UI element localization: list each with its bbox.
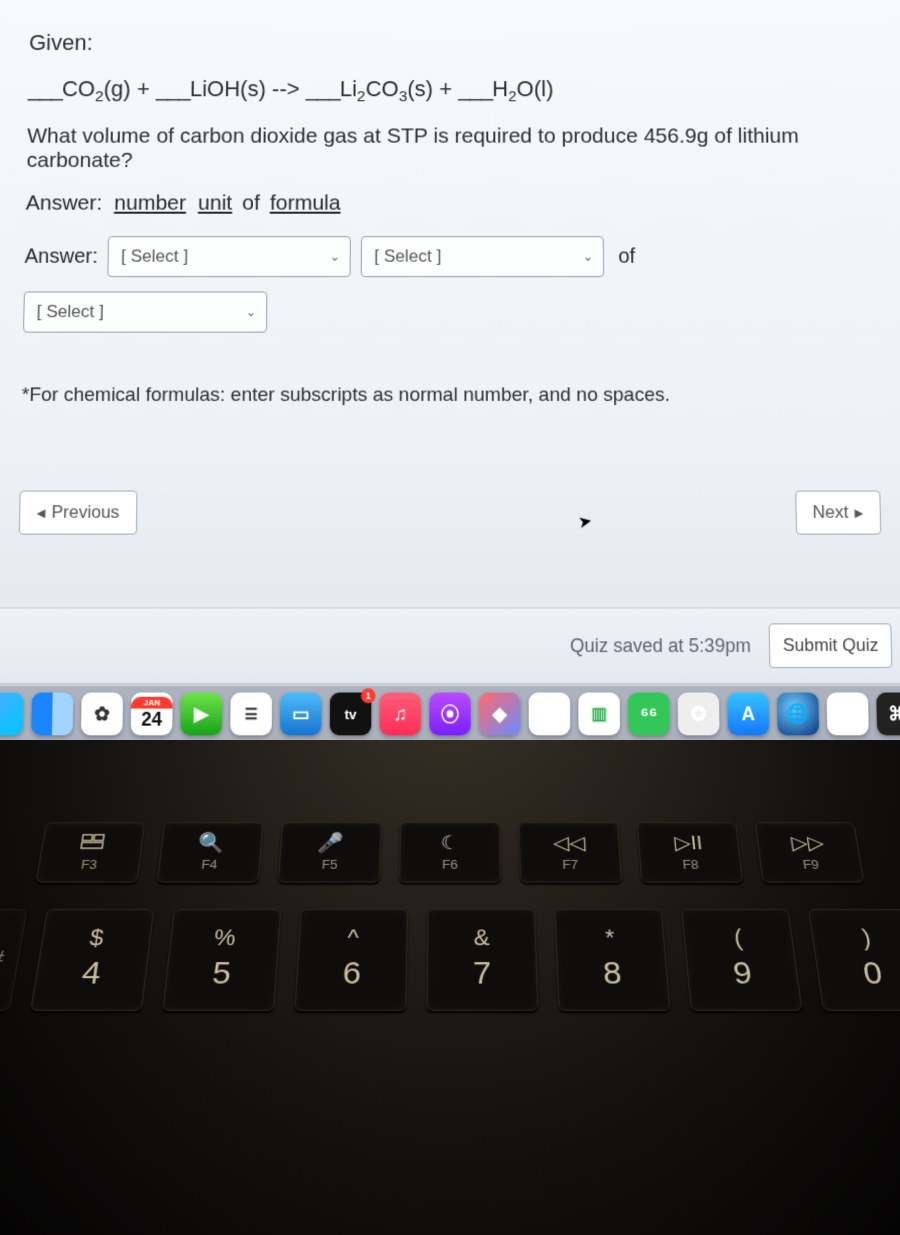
dock-shortcuts-icon[interactable]: ◆ <box>479 693 521 736</box>
dock-terminal-icon[interactable]: ⌘ <box>876 693 900 736</box>
key-f5[interactable]: 🎤 F5 <box>278 822 382 882</box>
answer-format-hint: Answer: number unit of formula <box>25 192 874 216</box>
dock-numbers-icon[interactable]: ▥ <box>578 693 620 736</box>
answer-unit-select[interactable]: [ Select ] ⌄ <box>361 237 604 278</box>
chemical-equation: ___CO2(g) + ___LiOH(s) --> ___Li2CO3(s) … <box>28 76 872 107</box>
mission-control-icon <box>79 833 105 852</box>
key-9[interactable]: (9 <box>681 909 803 1011</box>
rewind-icon: ◁◁ <box>553 833 586 852</box>
dock-safari-icon[interactable]: ✪ <box>678 693 720 736</box>
dock-photos-icon[interactable]: ✿ <box>81 693 123 736</box>
key-3[interactable]: # <box>0 909 28 1011</box>
quiz-saved-status: Quiz saved at 5:39pm <box>570 634 751 656</box>
next-button[interactable]: Next ▶ <box>795 491 881 535</box>
dock: ✿ JAN 24 ▶ ☰ ▭ tv 1 ♫ ⦿ ◆ 🖼 ▥ ⁶⁶ ✪ A 🌐 ◉… <box>0 683 900 745</box>
of-text: of <box>618 245 635 269</box>
dock-tv-icon[interactable]: tv 1 <box>330 693 372 736</box>
key-f3[interactable]: F3 <box>35 822 145 882</box>
submit-quiz-button[interactable]: Submit Quiz <box>769 623 892 668</box>
chevron-down-icon: ⌄ <box>583 250 593 264</box>
dock-app-icon[interactable] <box>0 693 24 736</box>
dock-music-icon[interactable]: ♫ <box>380 693 422 736</box>
given-label: Given: <box>29 30 871 56</box>
triangle-left-icon: ◀ <box>37 506 46 520</box>
dock-finder-icon[interactable] <box>31 693 73 736</box>
dock-appstore-icon[interactable]: A <box>727 693 769 736</box>
dock-facetime-icon[interactable]: ▶ <box>180 693 222 736</box>
key-f6[interactable]: ☾ F6 <box>399 822 501 882</box>
dock-podcasts-icon[interactable]: ⦿ <box>429 693 470 736</box>
forward-icon: ▷▷ <box>790 833 825 852</box>
keyboard: F3 🔍 F4 🎤 F5 ☾ F6 ◁◁ F7 ▷II F8 ▷▷ F9 # <box>0 740 900 1235</box>
dock-chrome-icon[interactable]: ◉ <box>827 693 869 736</box>
dock-messages-icon[interactable]: ⁶⁶ <box>628 693 670 736</box>
dock-globe-icon[interactable]: 🌐 <box>777 693 819 736</box>
key-8[interactable]: *8 <box>554 909 670 1011</box>
dock-files-icon[interactable]: ▭ <box>280 693 322 736</box>
dock-preview-icon[interactable]: 🖼 <box>529 693 571 736</box>
moon-icon: ☾ <box>441 833 460 852</box>
search-icon: 🔍 <box>198 833 226 852</box>
key-4[interactable]: $4 <box>30 909 154 1011</box>
triangle-right-icon: ▶ <box>855 506 864 520</box>
key-f7[interactable]: ◁◁ F7 <box>518 822 622 882</box>
dock-reminders-icon[interactable]: ☰ <box>230 693 272 736</box>
previous-button[interactable]: ◀ Previous <box>19 491 137 535</box>
key-7[interactable]: &7 <box>426 909 538 1011</box>
dock-calendar-icon[interactable]: JAN 24 <box>131 693 173 736</box>
key-6[interactable]: ^6 <box>294 909 408 1011</box>
answer-formula-select[interactable]: [ Select ] ⌄ <box>23 292 267 333</box>
key-f9[interactable]: ▷▷ F9 <box>755 822 865 882</box>
play-pause-icon: ▷II <box>674 833 704 852</box>
answer-label: Answer: <box>24 245 98 269</box>
chevron-down-icon: ⌄ <box>246 305 256 319</box>
subscript-note: *For chemical formulas: enter subscripts… <box>21 385 878 408</box>
key-f4[interactable]: 🔍 F4 <box>157 822 264 882</box>
badge-icon: 1 <box>361 688 376 703</box>
key-0[interactable]: )0 <box>808 909 900 1011</box>
key-5[interactable]: %5 <box>162 909 281 1011</box>
chevron-down-icon: ⌄ <box>330 250 340 264</box>
answer-number-select[interactable]: [ Select ] ⌄ <box>108 237 352 278</box>
question-text: What volume of carbon dioxide gas at STP… <box>26 125 873 174</box>
mic-icon: 🎤 <box>317 833 344 852</box>
key-f8[interactable]: ▷II F8 <box>637 822 744 882</box>
